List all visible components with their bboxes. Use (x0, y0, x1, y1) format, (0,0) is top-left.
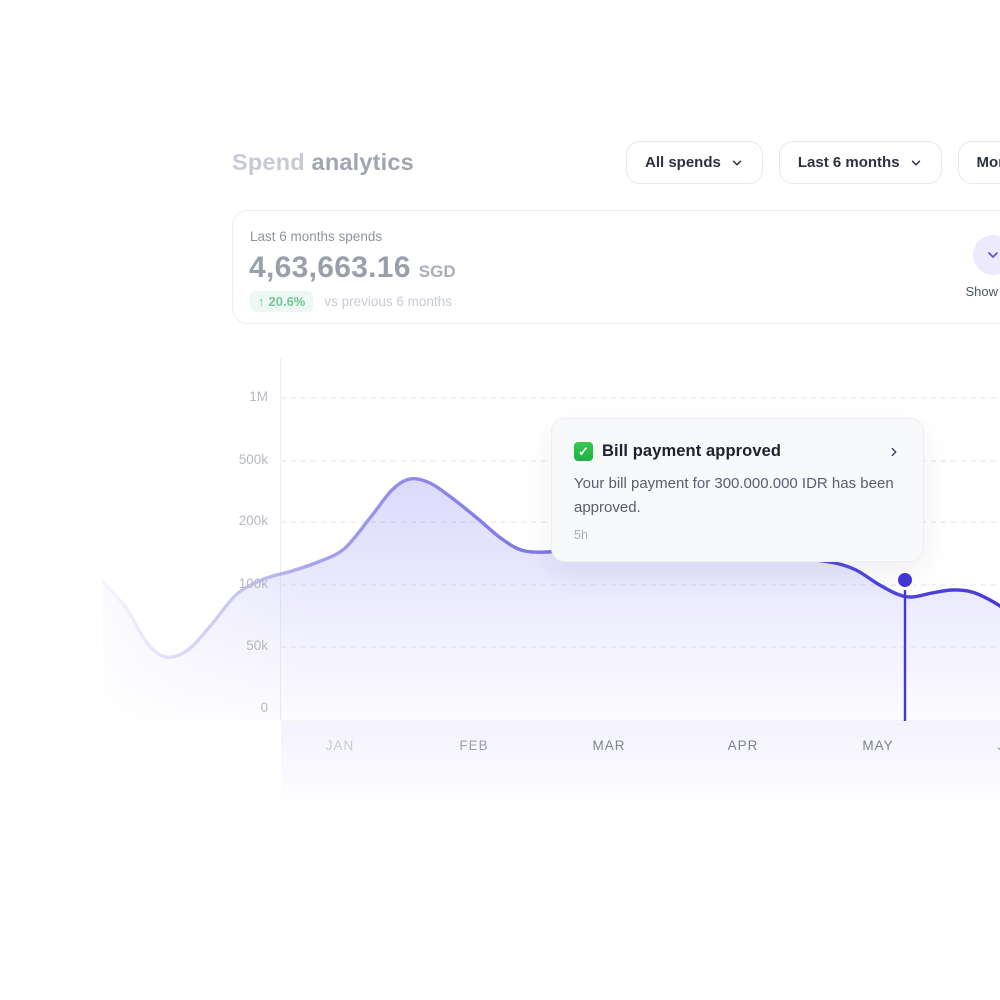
chevron-down-icon (985, 247, 1000, 263)
y-tick-label: 100k (190, 576, 268, 591)
chevron-down-icon (730, 156, 744, 170)
x-tick-label-apr: APR (728, 738, 759, 753)
notification-header: ✓ Bill payment approved (574, 442, 901, 461)
change-badge: ↑ 20.6% (250, 291, 313, 312)
check-glyph: ✓ (578, 444, 589, 460)
show-label[interactable]: Show (938, 284, 998, 299)
notification-time: 5h (574, 528, 901, 542)
filter-all-spends[interactable]: All spends (626, 141, 763, 184)
change-value: 20.6% (269, 294, 306, 309)
y-tick-label: 500k (190, 452, 268, 467)
y-tick-label: 50k (190, 638, 268, 653)
spend-analytics-page: Spend analytics All spends Last 6 months M… (0, 0, 1000, 1000)
filter-label: All spends (645, 154, 721, 171)
chevron-right-icon[interactable] (887, 445, 901, 459)
y-tick-label: 0 (190, 700, 268, 715)
x-tick-label-jan: JAN (326, 738, 355, 753)
marker-dot[interactable] (897, 572, 914, 589)
up-arrow-icon: ↑ (258, 294, 265, 309)
chevron-down-icon (909, 156, 923, 170)
summary-label: Last 6 months spends (250, 229, 382, 244)
filter-bar: All spends Last 6 months Monthly (626, 141, 1000, 184)
summary-amount-row: 4,63,663.16 SGD (249, 251, 456, 285)
filter-date-range[interactable]: Last 6 months (779, 141, 942, 184)
x-tick-label-feb: FEB (459, 738, 488, 753)
notification-card[interactable]: ✓ Bill payment approved Your bill paymen… (551, 418, 924, 562)
x-tick-label-may: MAY (862, 738, 893, 753)
page-title-light: Spend (232, 149, 305, 175)
left-fade-overlay (90, 356, 312, 724)
summary-amount: 4,63,663.16 (249, 251, 411, 285)
x-tick-label-mar: MAR (593, 738, 626, 753)
page-title: Spend analytics (232, 149, 414, 176)
filter-granularity[interactable]: Monthly (958, 141, 1000, 184)
notification-body: Your bill payment for 300.000.000 IDR ha… (574, 472, 914, 521)
page-title-dark: analytics (312, 149, 414, 175)
chart-bottom-glow (281, 722, 1000, 812)
approved-check-icon: ✓ (574, 442, 593, 461)
filter-label: Last 6 months (798, 154, 900, 171)
filter-label: Monthly (977, 154, 1000, 171)
notification-title: Bill payment approved (602, 442, 781, 461)
summary-currency: SGD (419, 262, 456, 282)
summary-card: Last 6 months spends 4,63,663.16 SGD ↑ 2… (232, 210, 1000, 324)
y-tick-label: 1M (190, 389, 268, 404)
y-tick-label: 200k (190, 513, 268, 528)
summary-meta: ↑ 20.6% vs previous 6 months (250, 291, 452, 312)
comparison-label: vs previous 6 months (324, 294, 452, 309)
